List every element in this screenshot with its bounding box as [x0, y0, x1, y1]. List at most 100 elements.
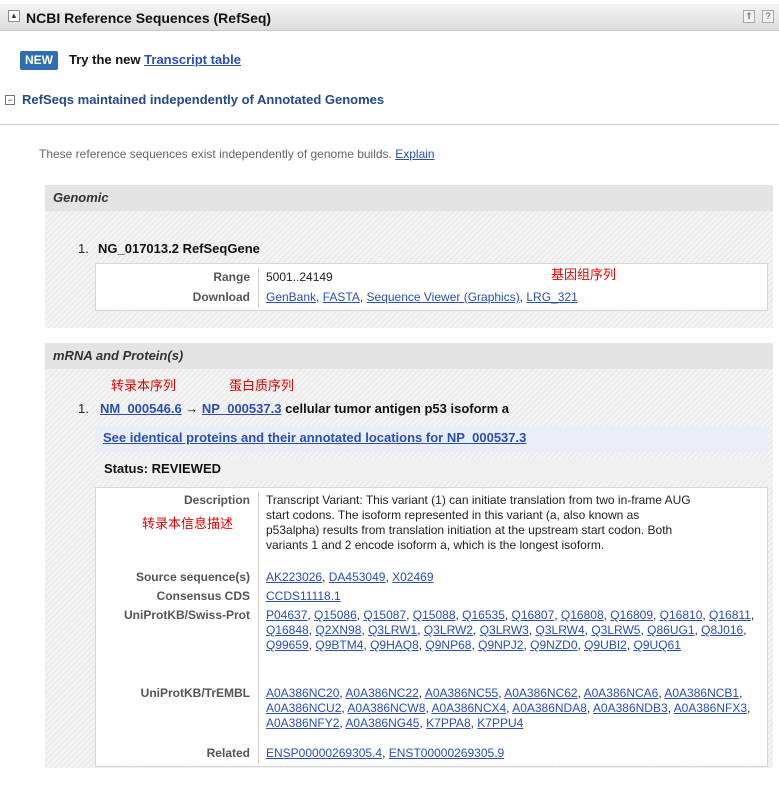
panel-header: ▲ NCBI Reference Sequences (RefSeq) ⇑ ?: [0, 4, 779, 31]
trembl-link[interactable]: K7PPA8: [426, 716, 470, 730]
swissprot-link[interactable]: Q16810: [660, 608, 703, 622]
swissprot-link[interactable]: Q16811: [709, 608, 751, 622]
swissprot-link[interactable]: Q2XN98: [315, 623, 361, 637]
trembl-link[interactable]: A0A386NDA8: [512, 701, 587, 715]
source-links: AK223026, DA453049, X02469: [266, 570, 434, 584]
trembl-link[interactable]: A0A386NFX3: [674, 701, 747, 715]
swissprot-link[interactable]: Q9UQ61: [634, 638, 681, 652]
expand-all-icon[interactable]: ⇑: [743, 10, 755, 23]
swissprot-link[interactable]: Q9HAQ8: [370, 638, 419, 652]
new-banner-text: Try the new: [69, 52, 141, 67]
annotation-transcript: 转录本序列: [111, 378, 177, 393]
intro-sentence: These reference sequences exist independ…: [39, 147, 392, 161]
swissprot-link[interactable]: Q16809: [610, 608, 653, 622]
swissprot-link[interactable]: Q15086: [314, 608, 357, 622]
trembl-link[interactable]: A0A386NC20: [266, 686, 339, 700]
mrna-item-title: NM_000546.6 → NP_000537.3 cellular tumor…: [100, 401, 509, 416]
swissprot-link[interactable]: Q9BTM4: [315, 638, 363, 652]
source-link[interactable]: DA453049: [329, 570, 386, 584]
section-title[interactable]: RefSeqs maintained independently of Anno…: [22, 92, 384, 107]
new-banner: Try the new Transcript table: [69, 52, 241, 67]
swissprot-link[interactable]: Q9NP68: [425, 638, 471, 652]
range-value: 5001..24149: [266, 270, 333, 284]
annotation-genomic: 基因组序列: [551, 267, 617, 282]
trembl-link[interactable]: A0A386NCX4: [431, 701, 506, 715]
trembl-label: UniProtKB/TrEMBL: [140, 686, 250, 700]
trembl-link[interactable]: A0A386NCW8: [347, 701, 425, 715]
swissprot-link[interactable]: Q9NZD0: [530, 638, 577, 652]
collapse-icon[interactable]: ▲: [8, 10, 20, 22]
range-label: Range: [213, 270, 250, 284]
identical-proteins-link[interactable]: See identical proteins and their annotat…: [103, 430, 526, 445]
fasta-link[interactable]: FASTA: [323, 290, 360, 304]
source-link[interactable]: X02469: [392, 570, 433, 584]
swissprot-links: P04637, Q15086, Q15087, Q15088, Q16535, …: [266, 608, 755, 652]
genomic-infobox: Range 5001..24149 Download GenBank, FAST…: [95, 263, 768, 311]
swissprot-link[interactable]: Q8J016: [701, 623, 743, 637]
description-text: Transcript Variant: This variant (1) can…: [266, 493, 766, 553]
swissprot-link[interactable]: Q9UBI2: [584, 638, 627, 652]
help-icon[interactable]: ?: [762, 10, 774, 23]
swissprot-link[interactable]: Q16535: [462, 608, 505, 622]
source-label: Source sequence(s): [135, 570, 250, 584]
description-line: Transcript Variant: This variant (1) can…: [266, 493, 691, 507]
swissprot-link[interactable]: Q16808: [561, 608, 604, 622]
trembl-link[interactable]: A0A386NDB3: [593, 701, 668, 715]
annotation-protein: 蛋白质序列: [229, 378, 295, 393]
swissprot-link[interactable]: Q86UG1: [647, 623, 694, 637]
related-link[interactable]: ENSP00000269305.4: [266, 746, 382, 760]
swissprot-link[interactable]: P04637: [266, 608, 307, 622]
trembl-link[interactable]: A0A386NG45: [345, 716, 419, 730]
separator: [258, 267, 259, 307]
sequence-viewer-link[interactable]: Sequence Viewer (Graphics): [367, 290, 520, 304]
ccds-links: CCDS11118.1: [266, 589, 341, 604]
protein-link[interactable]: NP_000537.3: [202, 401, 282, 416]
trembl-link[interactable]: A0A386NC62: [504, 686, 577, 700]
genbank-link[interactable]: GenBank: [266, 290, 316, 304]
trembl-link[interactable]: A0A386NC55: [425, 686, 498, 700]
separator: [258, 491, 259, 764]
swissprot-link[interactable]: Q15088: [413, 608, 456, 622]
lrg-link[interactable]: LRG_321: [526, 290, 577, 304]
arrow-icon: →: [185, 401, 199, 416]
item-description: cellular tumor antigen p53 isoform a: [285, 401, 510, 416]
swissprot-label: UniProtKB/Swiss-Prot: [123, 608, 250, 622]
swissprot-link[interactable]: Q15087: [363, 608, 406, 622]
download-links: GenBank, FASTA, Sequence Viewer (Graphic…: [266, 290, 578, 304]
new-badge: NEW: [20, 51, 58, 70]
description-line: p53alpha) results from translation initi…: [266, 523, 673, 537]
genomic-item-number: 1.: [78, 241, 89, 256]
swissprot-link[interactable]: Q99659: [266, 638, 309, 652]
trembl-link[interactable]: A0A386NC22: [345, 686, 418, 700]
source-link[interactable]: AK223026: [266, 570, 322, 584]
swissprot-link[interactable]: Q16848: [266, 623, 309, 637]
swissprot-link[interactable]: Q3LRW4: [536, 623, 585, 637]
transcript-table-link[interactable]: Transcript table: [144, 52, 241, 67]
status-label: Status: REVIEWED: [104, 461, 222, 476]
trembl-link[interactable]: A0A386NFY2: [266, 716, 339, 730]
panel-title: NCBI Reference Sequences (RefSeq): [26, 10, 272, 26]
annotation-description: 转录本信息描述: [142, 516, 234, 531]
explain-link[interactable]: Explain: [395, 147, 434, 161]
swissprot-link[interactable]: Q3LRW5: [591, 623, 640, 637]
trembl-link[interactable]: A0A386NCB1: [664, 686, 739, 700]
section-toggle-icon[interactable]: −: [5, 95, 15, 105]
swissprot-link[interactable]: Q9NPJ2: [478, 638, 523, 652]
mrna-item-number: 1.: [78, 401, 89, 416]
description-label: Description: [183, 493, 250, 507]
swissprot-link[interactable]: Q3LRW3: [480, 623, 529, 637]
related-links: ENSP00000269305.4, ENST00000269305.9: [266, 746, 505, 760]
swissprot-link[interactable]: Q16807: [512, 608, 555, 622]
trembl-links: A0A386NC20, A0A386NC22, A0A386NC55, A0A3…: [266, 686, 751, 730]
trembl-link[interactable]: K7PPU4: [477, 716, 523, 730]
transcript-link[interactable]: NM_000546.6: [100, 401, 182, 416]
trembl-link[interactable]: A0A386NCA6: [584, 686, 659, 700]
swissprot-link[interactable]: Q3LRW2: [424, 623, 473, 637]
mrna-header: mRNA and Protein(s): [45, 343, 773, 369]
ccds-link[interactable]: CCDS11118.1: [266, 589, 341, 603]
related-link[interactable]: ENST00000269305.9: [389, 746, 504, 760]
genomic-header: Genomic: [45, 185, 773, 211]
ccds-label: Consensus CDS: [156, 589, 250, 603]
swissprot-link[interactable]: Q3LRW1: [368, 623, 417, 637]
trembl-link[interactable]: A0A386NCU2: [266, 701, 341, 715]
